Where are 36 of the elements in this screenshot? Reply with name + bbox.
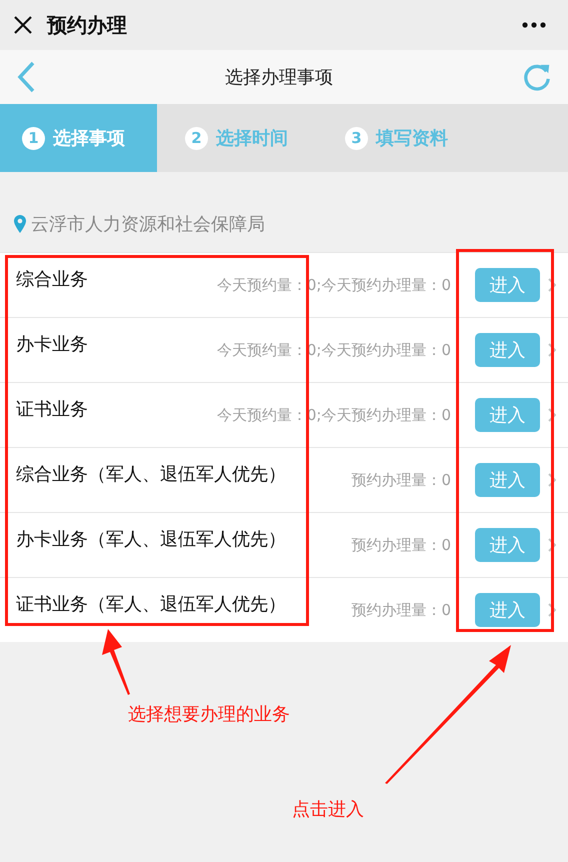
service-name: 综合业务（军人、退伍军人优先） <box>16 463 287 486</box>
chevron-right-icon <box>548 343 556 357</box>
step-tab[interactable]: 1 选择事项 <box>0 104 157 172</box>
window-title: 预约办理 <box>47 12 128 38</box>
service-name: 综合业务 <box>16 268 89 291</box>
chevron-right-icon <box>548 603 556 617</box>
step-tab[interactable]: 2 选择时间 <box>157 104 317 172</box>
booking-stats: 预约办理量：0 <box>351 600 451 620</box>
service-name: 证书业务 <box>16 398 89 421</box>
service-name: 办卡业务（军人、退伍军人优先） <box>16 528 287 551</box>
step-tab[interactable]: 3 填写资料 <box>317 104 477 172</box>
location-pin-icon <box>14 215 26 233</box>
chevron-right-icon <box>548 538 556 552</box>
more-icon[interactable] <box>522 22 546 28</box>
page-title: 选择办理事项 <box>225 66 333 89</box>
booking-stats: 预约办理量：0 <box>351 536 451 554</box>
enter-button[interactable]: 进入 <box>475 593 540 627</box>
arrow-icon <box>383 643 513 785</box>
chevron-right-icon <box>548 278 556 292</box>
enter-button[interactable]: 进入 <box>475 398 540 432</box>
service-row[interactable]: 综合业务（军人、退伍军人优先） 预约办理量：0 进入 <box>0 447 568 512</box>
annotation-text: 选择想要办理的业务 <box>128 703 290 726</box>
location-text: 云浮市人力资源和社会保障局 <box>31 213 265 236</box>
enter-button[interactable]: 进入 <box>475 333 540 367</box>
service-row[interactable]: 办卡业务（军人、退伍军人优先） 预约办理量：0 进入 <box>0 512 568 577</box>
close-icon[interactable] <box>13 15 33 35</box>
annotation-text: 点击进入 <box>292 798 364 821</box>
service-row[interactable]: 证书业务（军人、退伍军人优先） 预约办理量：0 进入 <box>0 577 568 642</box>
chevron-right-icon <box>548 408 556 422</box>
enter-button[interactable]: 进入 <box>475 528 540 562</box>
enter-button[interactable]: 进入 <box>475 268 540 302</box>
chevron-right-icon <box>548 473 556 487</box>
service-name: 证书业务（军人、退伍军人优先） <box>16 593 287 616</box>
service-name: 办卡业务 <box>16 333 89 356</box>
enter-button[interactable]: 进入 <box>475 463 540 497</box>
booking-stats: 预约办理量：0 <box>351 470 451 490</box>
